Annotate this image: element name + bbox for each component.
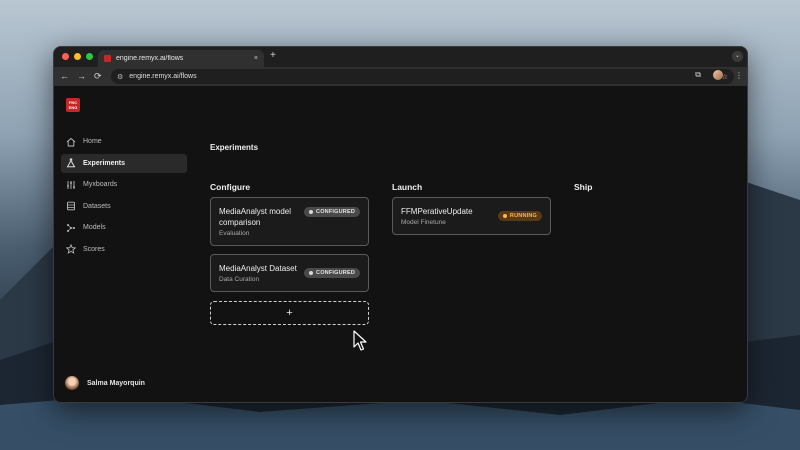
favicon-icon <box>104 55 111 62</box>
tab-title: engine.remyx.ai/flows <box>116 55 184 62</box>
browser-menu-icon[interactable]: ⋮ <box>735 71 743 80</box>
status-badge: CONFIGURED <box>304 207 360 217</box>
extensions-icon[interactable]: ⧉ <box>695 70 701 80</box>
card-subtitle: Evaluation <box>219 230 250 237</box>
user-profile[interactable]: Salma Mayorquin <box>65 376 145 390</box>
maximize-window-button[interactable] <box>86 53 93 60</box>
page-title: Experiments <box>210 143 259 152</box>
browser-tab[interactable]: engine.remyx.ai/flows × <box>98 50 264 67</box>
browser-toolbar: ← → ⟳ ⚙ engine.remyx.ai/flows ☆ ⧉ ⋮ <box>54 67 747 86</box>
sidebar-nav: Home Experiments Myxboards Datasets Mode… <box>61 132 187 261</box>
reload-button[interactable]: ⟳ <box>94 70 102 82</box>
status-badge-label: CONFIGURED <box>316 270 355 276</box>
sidebar-item-scores[interactable]: Scores <box>61 240 187 259</box>
status-badge: RUNNING <box>497 211 542 221</box>
column-title-configure: Configure <box>210 182 251 192</box>
status-dot-icon <box>502 214 507 218</box>
star-icon <box>66 244 76 254</box>
column-title-launch: Launch <box>392 182 423 192</box>
profile-avatar-icon[interactable] <box>713 70 723 80</box>
tab-close-icon[interactable]: × <box>254 55 258 62</box>
sliders-icon <box>67 180 75 189</box>
home-icon <box>66 137 76 146</box>
sidebar-item-label: Models <box>83 224 106 231</box>
card-title: FFMPerativeUpdate <box>401 207 473 216</box>
tab-strip: engine.remyx.ai/flows × + ⌄ <box>54 47 747 67</box>
experiment-card[interactable]: MediaAnalyst Dataset Data Curation CONFI… <box>210 254 369 292</box>
column-title-ship: Ship <box>574 182 593 192</box>
close-window-button[interactable] <box>62 53 69 60</box>
sidebar-item-models[interactable]: Models <box>61 218 187 237</box>
sidebar-item-home[interactable]: Home <box>61 132 187 151</box>
status-dot-icon <box>309 210 314 214</box>
sidebar-item-label: Scores <box>83 245 105 253</box>
back-button[interactable]: ← <box>60 70 69 82</box>
network-icon <box>67 223 75 232</box>
mouse-cursor-icon <box>353 330 367 351</box>
minimize-window-button[interactable] <box>74 53 81 60</box>
experiment-card[interactable]: MediaAnalyst model comparison Evaluation… <box>210 197 369 246</box>
app-logo[interactable]: FNC ENG <box>66 98 80 112</box>
app-viewport: FNC ENG Home Experiments Myxboards Datas… <box>54 86 747 402</box>
status-badge: CONFIGURED <box>304 268 360 278</box>
database-icon <box>67 201 75 211</box>
sidebar-item-label: Myxboards <box>83 181 118 188</box>
user-name: Salma Mayorquin <box>87 379 145 387</box>
sidebar-item-experiments[interactable]: Experiments <box>61 153 187 173</box>
address-bar[interactable]: ⚙ engine.remyx.ai/flows ☆ <box>111 69 734 84</box>
site-settings-icon[interactable]: ⚙ <box>117 73 123 81</box>
avatar <box>65 376 79 390</box>
sidebar-item-label: Home <box>83 138 102 145</box>
window-controls <box>62 53 93 60</box>
card-title: MediaAnalyst model comparison <box>219 207 292 227</box>
sidebar-item-label: Datasets <box>83 202 111 210</box>
forward-button[interactable]: → <box>77 70 86 82</box>
add-experiment-button[interactable]: + <box>210 301 369 325</box>
browser-window: engine.remyx.ai/flows × + ⌄ ← → ⟳ ⚙ engi… <box>53 46 748 403</box>
experiment-card[interactable]: FFMPerativeUpdate Model Finetune RUNNING <box>392 197 551 235</box>
tab-search-button[interactable]: ⌄ <box>732 51 743 62</box>
flask-icon <box>66 158 76 168</box>
status-dot-icon <box>309 271 314 275</box>
sidebar-item-label: Experiments <box>83 159 126 167</box>
toolbar-actions: ⧉ ⋮ <box>695 70 743 80</box>
url-text: engine.remyx.ai/flows <box>129 73 197 80</box>
sidebar-item-myxboards[interactable]: Myxboards <box>61 175 187 194</box>
status-badge-label: RUNNING <box>509 213 537 219</box>
card-title: MediaAnalyst Dataset <box>219 264 297 273</box>
new-tab-button[interactable]: + <box>270 50 276 61</box>
status-badge-label: CONFIGURED <box>316 209 355 215</box>
sidebar-item-datasets[interactable]: Datasets <box>61 197 187 216</box>
